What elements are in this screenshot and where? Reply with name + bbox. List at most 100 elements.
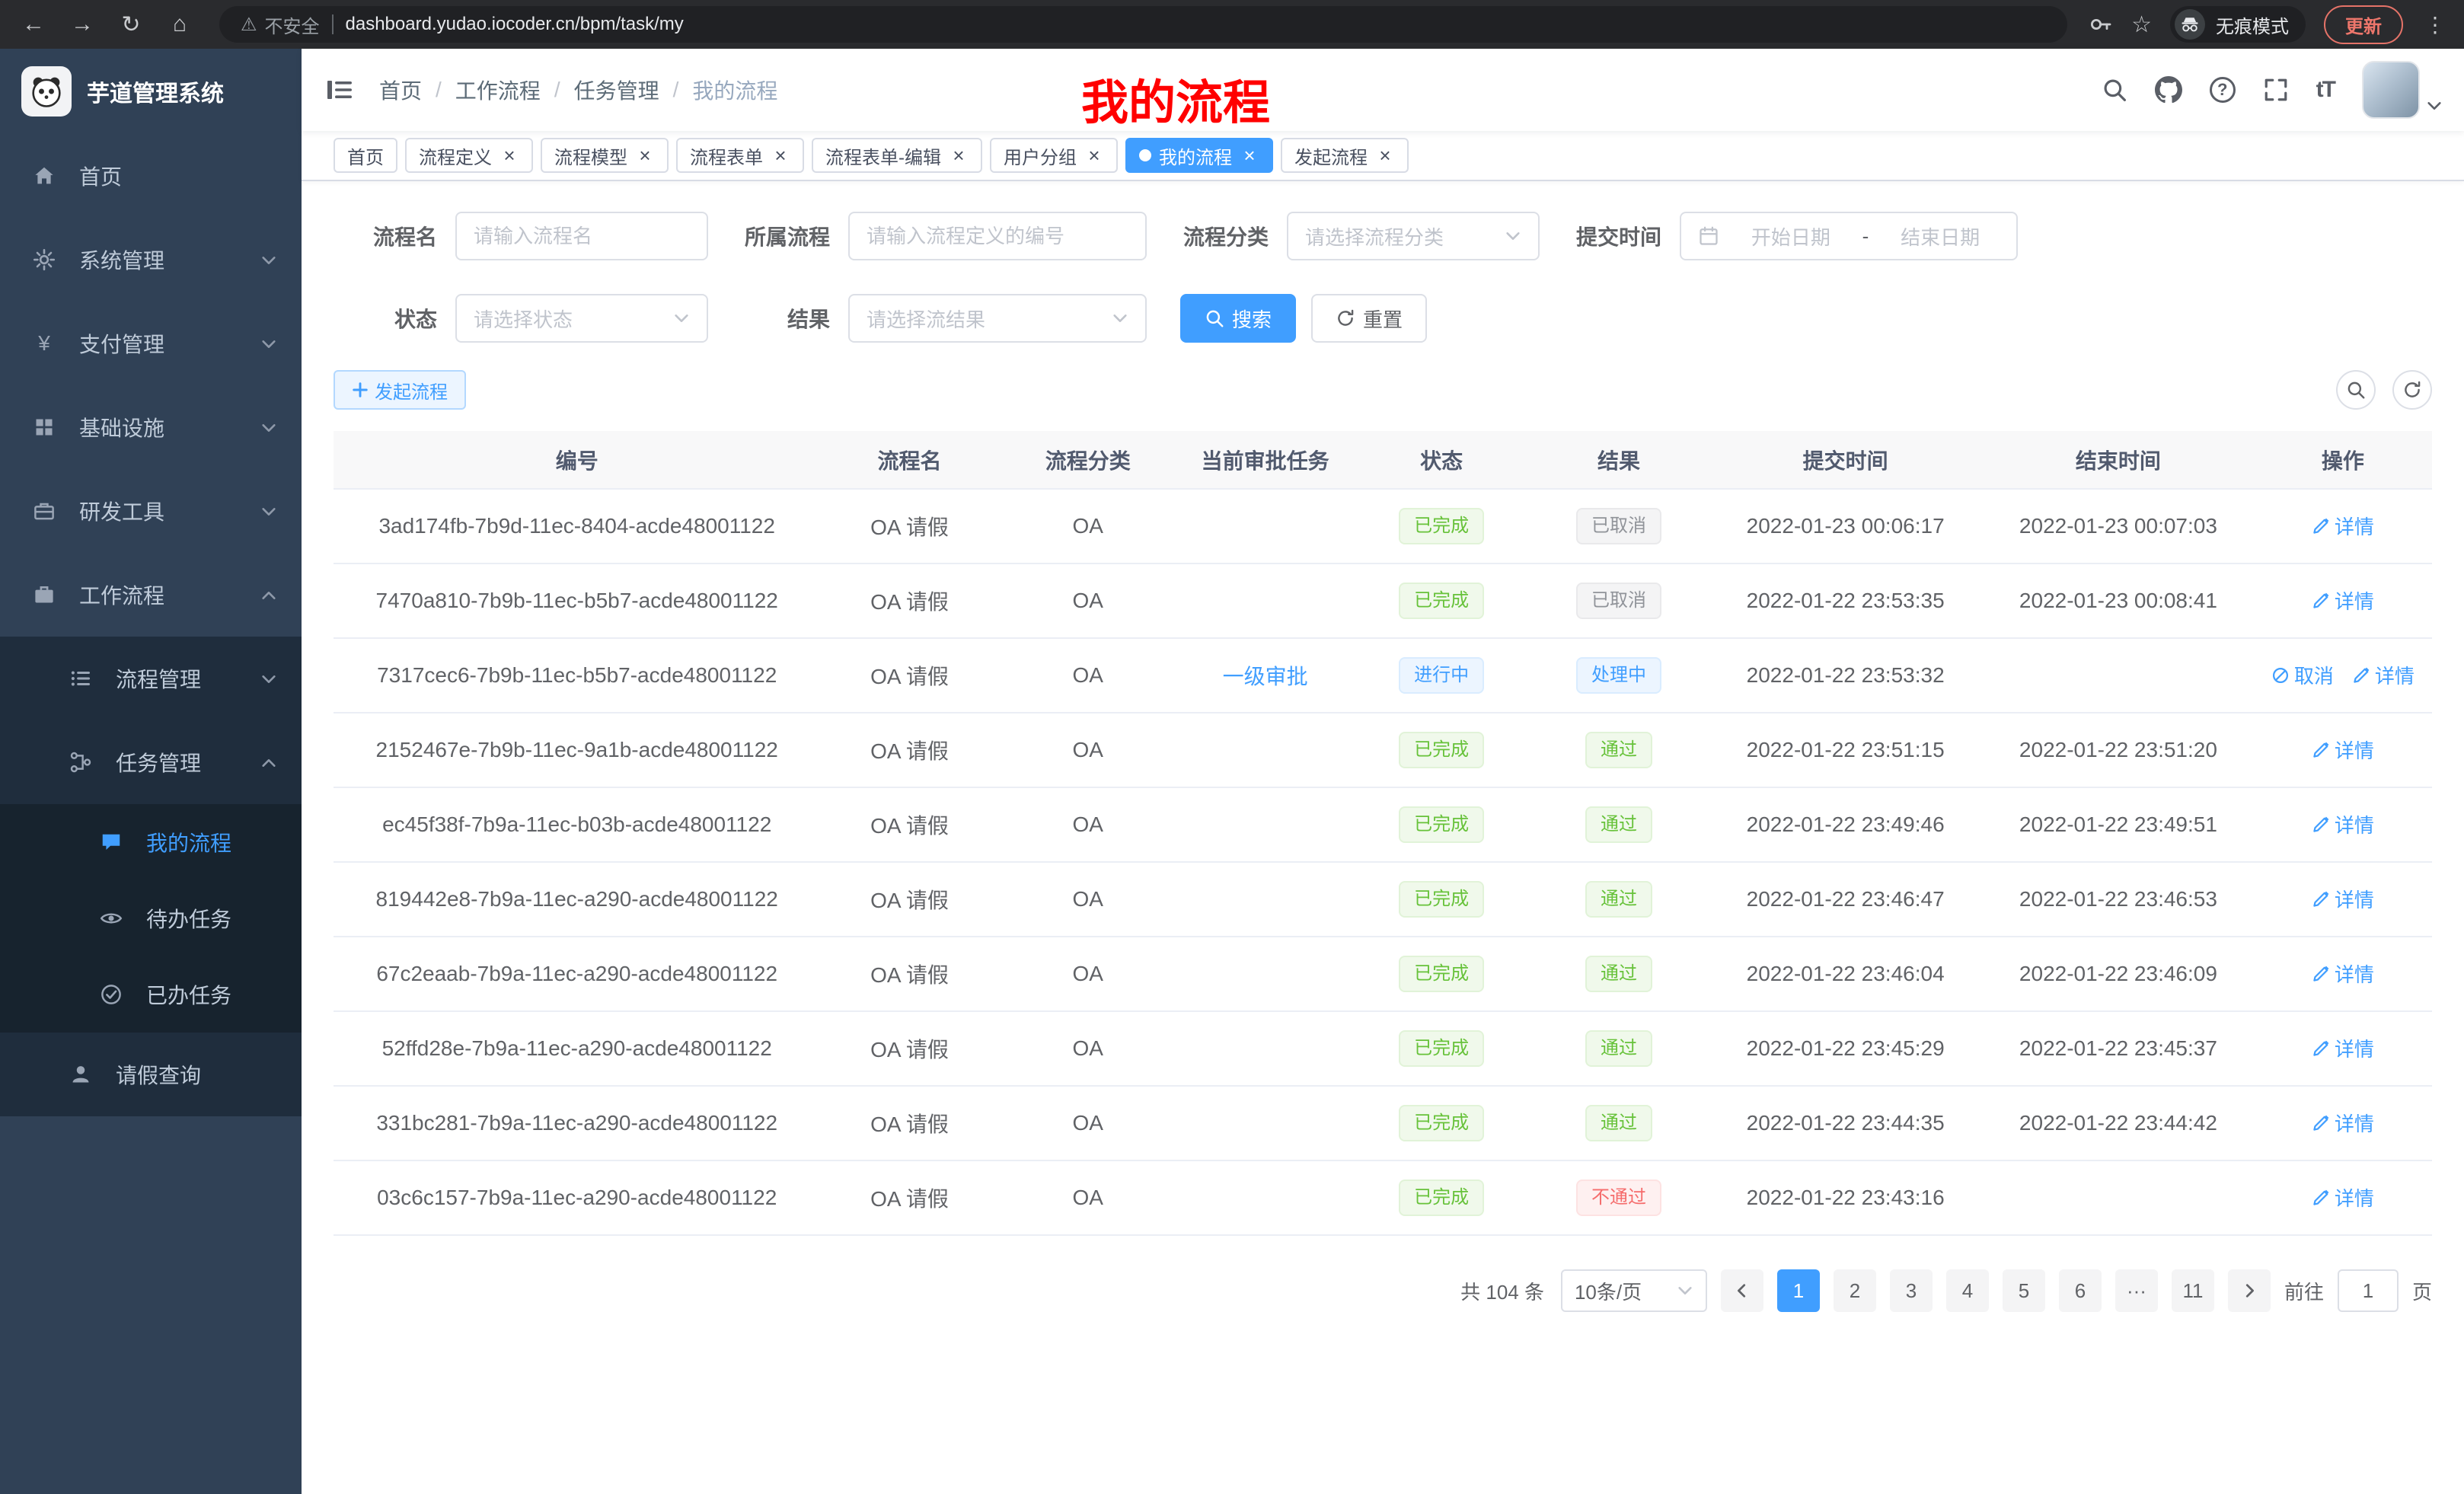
start-process-button[interactable]: 发起流程: [334, 370, 466, 410]
tab-home[interactable]: 首页: [334, 138, 397, 173]
detail-link[interactable]: 详情: [2312, 959, 2374, 988]
sidebar-item-process-management[interactable]: 流程管理: [0, 637, 302, 720]
result-badge: 通过: [1585, 1105, 1652, 1141]
filter-row-1: 流程名 所属流程 流程分类 请选择流程分类: [334, 212, 2432, 260]
reset-button[interactable]: 重置: [1311, 294, 1427, 343]
submit-time-range-picker[interactable]: 开始日期 - 结束日期: [1680, 212, 2018, 260]
detail-link[interactable]: 详情: [2352, 661, 2415, 689]
process-definition-input[interactable]: [848, 212, 1147, 260]
detail-link[interactable]: 详情: [2312, 1183, 2374, 1211]
breadcrumb-workflow[interactable]: 工作流程: [455, 75, 541, 105]
detail-link[interactable]: 详情: [2312, 885, 2374, 913]
tab-process-form-edit[interactable]: 流程表单-编辑×: [812, 138, 982, 173]
close-icon[interactable]: ×: [949, 145, 969, 165]
table-toolbar: 发起流程: [334, 370, 2432, 410]
process-name: OA 请假: [870, 665, 949, 688]
search-icon[interactable]: [2102, 77, 2127, 103]
browser-forward-button[interactable]: →: [64, 6, 101, 43]
github-icon[interactable]: [2155, 76, 2182, 104]
close-icon[interactable]: ×: [771, 145, 790, 165]
key-icon[interactable]: [2089, 12, 2113, 37]
close-icon[interactable]: ×: [1084, 145, 1104, 165]
detail-link[interactable]: 详情: [2312, 586, 2374, 615]
sidebar-item-workflow[interactable]: 工作流程: [0, 553, 302, 637]
current-task-link[interactable]: 一级审批: [1223, 660, 1308, 691]
detail-link[interactable]: 详情: [2312, 736, 2374, 764]
tab-my-process[interactable]: 我的流程×: [1125, 138, 1273, 173]
tab-process-definition[interactable]: 流程定义×: [405, 138, 533, 173]
status-select[interactable]: 请选择状态: [455, 294, 708, 343]
breadcrumb-task-management[interactable]: 任务管理: [574, 75, 659, 105]
page-button[interactable]: 1: [1777, 1269, 1820, 1312]
col-end-time: 结束时间: [1983, 431, 2254, 489]
submit-time: 2022-01-22 23:51:15: [1747, 738, 1945, 761]
font-size-icon[interactable]: tT: [2316, 77, 2335, 103]
sidebar-item-devtools[interactable]: 研发工具: [0, 469, 302, 553]
close-icon[interactable]: ×: [500, 145, 519, 165]
app-logo[interactable]: 芋道管理系统: [0, 49, 302, 134]
sidebar-item-system[interactable]: 系统管理: [0, 218, 302, 302]
tab-process-form[interactable]: 流程表单×: [676, 138, 804, 173]
avatar[interactable]: [2362, 61, 2420, 119]
process-name-input[interactable]: [455, 212, 708, 260]
page-button[interactable]: 5: [2003, 1269, 2045, 1312]
page-button[interactable]: 2: [1834, 1269, 1876, 1312]
process-category-select[interactable]: 请选择流程分类: [1287, 212, 1540, 260]
help-icon[interactable]: ?: [2210, 77, 2236, 103]
home-icon: [30, 164, 58, 187]
page-button[interactable]: 6: [2059, 1269, 2102, 1312]
close-icon[interactable]: ×: [635, 145, 655, 165]
filter-process-name: 流程名: [334, 212, 708, 260]
close-icon[interactable]: ×: [1240, 145, 1259, 165]
refresh-icon[interactable]: [2392, 370, 2432, 410]
currency-icon: ¥: [30, 331, 58, 356]
tab-user-group[interactable]: 用户分组×: [990, 138, 1118, 173]
sidebar-item-home[interactable]: 首页: [0, 134, 302, 218]
tab-start-process[interactable]: 发起流程×: [1281, 138, 1409, 173]
sidebar-item-todo-tasks[interactable]: 待办任务: [0, 880, 302, 956]
result-badge: 通过: [1585, 806, 1652, 843]
browser-back-button[interactable]: ←: [15, 6, 52, 43]
page-button[interactable]: 4: [1946, 1269, 1989, 1312]
goto-page-input[interactable]: [2338, 1269, 2399, 1312]
detail-link[interactable]: 详情: [2312, 810, 2374, 838]
sidebar-toggle-icon[interactable]: [326, 78, 353, 102]
sidebar-item-infrastructure[interactable]: 基础设施: [0, 385, 302, 469]
sidebar-item-my-process[interactable]: 我的流程: [0, 804, 302, 880]
search-button[interactable]: 搜索: [1180, 294, 1296, 343]
status-badge: 已完成: [1399, 1105, 1484, 1141]
close-icon[interactable]: ×: [1375, 145, 1395, 165]
submit-time: 2022-01-22 23:43:16: [1747, 1186, 1945, 1209]
next-page-button[interactable]: [2228, 1269, 2271, 1312]
fullscreen-icon[interactable]: [2263, 77, 2289, 103]
field-label: 提交时间: [1573, 221, 1661, 251]
result-select[interactable]: 请选择流结果: [848, 294, 1147, 343]
bookmark-star-icon[interactable]: ☆: [2131, 11, 2152, 38]
address-bar[interactable]: ⚠ 不安全 dashboard.yudao.iocoder.cn/bpm/tas…: [219, 6, 2067, 43]
browser-update-button[interactable]: 更新: [2324, 5, 2403, 44]
cancel-link[interactable]: 取消: [2271, 661, 2334, 689]
page-button-last[interactable]: 11: [2172, 1269, 2214, 1312]
browser-home-button[interactable]: ⌂: [161, 6, 198, 43]
browser-reload-button[interactable]: ↻: [113, 6, 149, 43]
more-pages-button[interactable]: ···: [2115, 1269, 2158, 1312]
chevron-up-icon: [260, 755, 277, 771]
detail-link[interactable]: 详情: [2312, 1034, 2374, 1062]
toggle-search-icon[interactable]: [2336, 370, 2376, 410]
status-badge: 已完成: [1399, 508, 1484, 544]
page-button[interactable]: 3: [1890, 1269, 1933, 1312]
tab-process-model[interactable]: 流程模型×: [541, 138, 669, 173]
sidebar-item-done-tasks[interactable]: 已办任务: [0, 956, 302, 1033]
page-size-select[interactable]: 10条/页: [1561, 1269, 1707, 1312]
browser-menu-icon[interactable]: ⋮: [2421, 12, 2449, 37]
detail-link[interactable]: 详情: [2312, 1109, 2374, 1137]
detail-link[interactable]: 详情: [2312, 512, 2374, 540]
sidebar-item-payment[interactable]: ¥ 支付管理: [0, 302, 302, 385]
prev-page-button[interactable]: [1721, 1269, 1763, 1312]
process-category: OA: [1073, 738, 1103, 761]
sidebar-item-leave-query[interactable]: 请假查询: [0, 1033, 302, 1116]
sidebar-item-task-management[interactable]: 任务管理: [0, 720, 302, 804]
user-menu[interactable]: [2362, 61, 2443, 119]
breadcrumb-home[interactable]: 首页: [379, 75, 422, 105]
list-icon: [67, 667, 94, 690]
